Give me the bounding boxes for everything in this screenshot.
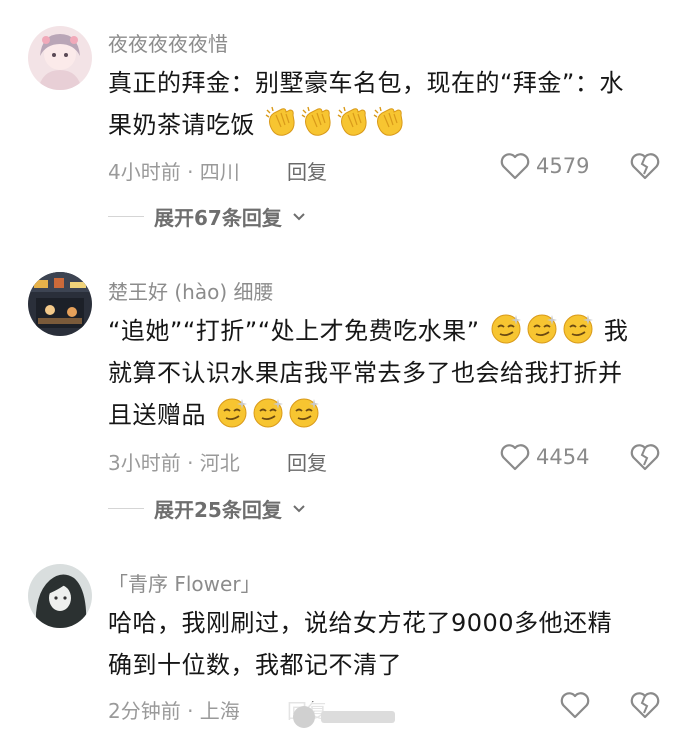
smirk-face-emoji-row: [214, 398, 322, 429]
comment-text-segment: “追她”“打折”“处上才免费吃水果”: [108, 317, 480, 345]
comment-text-segment: 我: [603, 317, 629, 345]
smirk-face-emoji-row: [488, 314, 596, 345]
heart-icon: [500, 153, 530, 180]
expand-replies-label: 展开25条回复: [154, 498, 282, 522]
like-button[interactable]: 4579: [500, 152, 589, 180]
chevron-down-icon: [293, 212, 305, 220]
dislike-button[interactable]: [630, 443, 660, 475]
watermark-bar: [321, 711, 395, 723]
watermark-logo: [293, 706, 315, 728]
comment-text: 真正的拜金：别墅豪车名包，现在的“拜金”：水 果奶茶请吃饭: [108, 62, 660, 146]
divider-dash: [108, 216, 144, 217]
like-button[interactable]: [560, 691, 596, 719]
smirk-face-icon: [253, 398, 284, 428]
comment-text: 哈哈，我刚刷过，说给女方花了9000多他还精 确到十位数，我都记不清了: [108, 602, 660, 686]
comment-text-segment: 果奶茶请吃饭: [108, 111, 255, 139]
username[interactable]: 「青序 Flower」: [108, 568, 261, 597]
avatar[interactable]: [28, 272, 92, 336]
username[interactable]: 夜夜夜夜夜惜: [108, 28, 228, 57]
clapping-hands-icon: [373, 106, 403, 136]
divider-dash: [108, 508, 144, 509]
like-count: 4454: [536, 445, 590, 469]
clapping-hands-icon: [337, 106, 367, 136]
comment-text-line: “追她”“打折”“处上才免费吃水果” 我: [108, 310, 660, 352]
smirk-face-icon: [217, 398, 248, 428]
reply-button[interactable]: 回复: [287, 447, 327, 476]
clapping-hands-icon: [265, 106, 295, 136]
comment-time-location: 2分钟前 · 上海: [108, 699, 240, 723]
smirk-face-icon: [289, 398, 320, 428]
username[interactable]: 楚王好 (hào) 细腰: [108, 276, 274, 305]
avatar[interactable]: [28, 26, 92, 90]
dislike-button[interactable]: [630, 152, 660, 184]
heart-icon: [500, 444, 530, 471]
broken-heart-icon: [630, 444, 660, 471]
comment-text: “追她”“打折”“处上才免费吃水果” 我 就算不认识水果店我平常去多了也会给我打…: [108, 310, 660, 436]
comment-text-segment: 且送赠品: [108, 401, 206, 429]
avatar[interactable]: [28, 564, 92, 628]
broken-heart-icon: [630, 692, 660, 719]
broken-heart-icon: [630, 153, 660, 180]
watermark-overlay: [282, 702, 406, 732]
comment-time-location: 4小时前 · 四川: [108, 160, 240, 184]
reply-button[interactable]: 回复: [287, 156, 327, 185]
expand-replies-label: 展开67条回复: [154, 206, 282, 230]
chevron-down-icon: [293, 504, 305, 512]
comment-text-line: 确到十位数，我都记不清了: [108, 651, 402, 679]
comment-time-location: 3小时前 · 河北: [108, 451, 240, 475]
comment-text-line: 且送赠品: [108, 394, 660, 436]
smirk-face-icon: [563, 314, 593, 344]
clapping-hands-emoji-row: [263, 106, 407, 139]
smirk-face-icon: [527, 314, 557, 344]
like-count: 4579: [536, 154, 590, 178]
heart-icon: [560, 692, 590, 719]
expand-replies-button[interactable]: 展开25条回复: [108, 494, 306, 523]
comment-text-line: 就算不认识水果店我平常去多了也会给我打折并: [108, 359, 623, 387]
smirk-face-icon: [491, 314, 521, 344]
comment-text-line-2: 果奶茶请吃饭: [108, 104, 660, 146]
like-button[interactable]: 4454: [500, 443, 589, 471]
comment-text-line: 哈哈，我刚刷过，说给女方花了9000多他还精: [108, 609, 613, 637]
comment-text-line: 真正的拜金：别墅豪车名包，现在的“拜金”：水: [108, 69, 624, 97]
expand-replies-button[interactable]: 展开67条回复: [108, 202, 306, 231]
clapping-hands-icon: [301, 106, 331, 136]
dislike-button[interactable]: [630, 691, 660, 723]
